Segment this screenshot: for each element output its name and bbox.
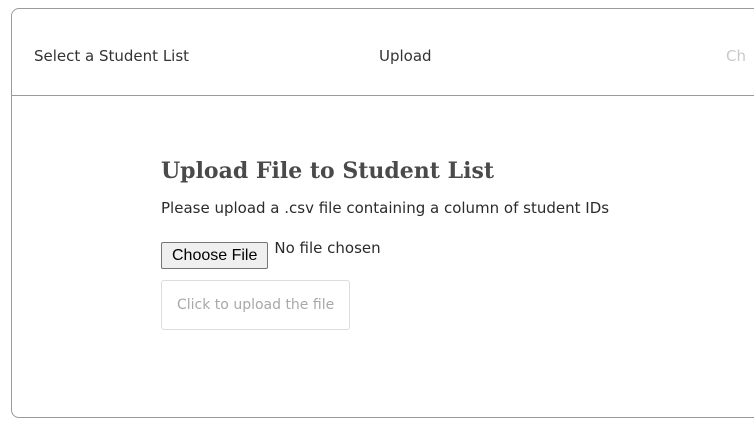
file-status-text: No file chosen bbox=[274, 239, 381, 257]
file-input[interactable]: Choose File No file chosen bbox=[161, 238, 751, 272]
upload-file-button[interactable]: Click to upload the file bbox=[161, 280, 351, 330]
wizard-stepper: Select a Student List Upload Ch bbox=[12, 9, 754, 96]
step-select-student-list[interactable]: Select a Student List bbox=[34, 47, 189, 65]
upload-wizard-panel: Select a Student List Upload Ch Upload F… bbox=[11, 8, 754, 418]
step-upload[interactable]: Upload bbox=[379, 47, 432, 65]
choose-file-button[interactable]: Choose File bbox=[161, 242, 269, 269]
page-title: Upload File to Student List bbox=[161, 158, 494, 184]
upload-section: Upload File to Student List Please uploa… bbox=[161, 157, 751, 330]
upload-instructions: Please upload a .csv file containing a c… bbox=[161, 199, 610, 217]
step-next-truncated[interactable]: Ch bbox=[726, 47, 746, 65]
